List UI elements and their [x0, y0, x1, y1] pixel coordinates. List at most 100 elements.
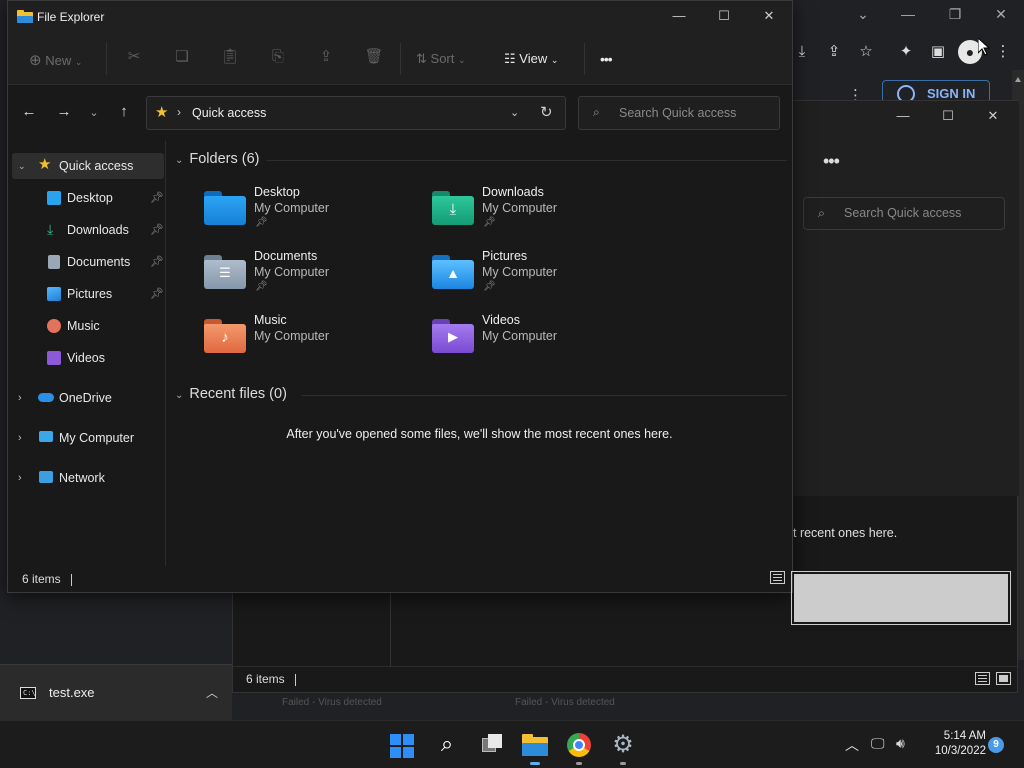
- sidebar-item-label: Videos: [67, 351, 105, 365]
- title-bar[interactable]: File Explorer — ☐ ✕: [8, 1, 792, 33]
- documents-folder-icon: ☰: [204, 255, 246, 289]
- quick-access-star-icon: ★: [155, 104, 169, 121]
- pin-icon[interactable]: 📌︎: [150, 281, 164, 307]
- install-app-icon[interactable]: ⤓: [792, 42, 812, 62]
- pin-icon[interactable]: 📌︎: [150, 185, 164, 211]
- system-clock[interactable]: 5:14 AM 10/3/2022: [926, 729, 986, 759]
- expand-chevron-icon[interactable]: ›: [18, 425, 22, 451]
- minimize-button[interactable]: —: [669, 8, 689, 23]
- music-folder-icon: ♪: [204, 319, 246, 353]
- folder-location: My Computer: [482, 329, 558, 343]
- expand-chevron-icon[interactable]: ›: [18, 465, 22, 491]
- copy-icon[interactable]: ❏: [172, 47, 192, 67]
- notification-badge[interactable]: 9: [988, 737, 1004, 753]
- recent-files-section-header[interactable]: ⌄ Recent files (0): [175, 386, 287, 402]
- bookmark-star-icon[interactable]: ☆: [856, 42, 876, 62]
- chrome-minimize-button[interactable]: —: [898, 6, 918, 22]
- close-button[interactable]: ✕: [759, 8, 779, 24]
- breadcrumb-location[interactable]: Quick access: [192, 106, 266, 120]
- close-button[interactable]: ✕: [983, 108, 1003, 124]
- section-divider: [302, 395, 787, 396]
- sidebar-item-videos[interactable]: Videos: [12, 345, 164, 371]
- maximize-button[interactable]: ☐: [938, 108, 958, 124]
- extensions-puzzle-icon[interactable]: ✦: [896, 42, 916, 62]
- chrome-menu-icon[interactable]: ⋮: [993, 42, 1013, 62]
- more-options-button[interactable]: •••: [600, 51, 613, 67]
- pin-icon[interactable]: 📌︎: [150, 249, 164, 275]
- details-view-icon[interactable]: [770, 571, 785, 584]
- forward-arrow-icon[interactable]: →: [54, 103, 74, 120]
- sidebar-item-documents[interactable]: Documents 📌︎: [12, 249, 164, 275]
- tiles-view-icon[interactable]: [996, 672, 1011, 685]
- chevron-up-icon[interactable]: ︿: [206, 684, 218, 701]
- paste-icon[interactable]: 📋︎: [220, 47, 240, 67]
- chrome-taskbar-icon[interactable]: [566, 732, 592, 765]
- folder-tile-downloads[interactable]: ⤓ Downloads My Computer 📌︎: [432, 185, 652, 239]
- sidebar-item-downloads[interactable]: ⤓ Downloads 📌︎: [12, 217, 164, 243]
- folder-tile-videos[interactable]: ▶ Videos My Computer: [432, 313, 652, 367]
- show-hidden-icons-chevron-icon[interactable]: ︿: [845, 735, 859, 755]
- folder-tile-music[interactable]: ♪ Music My Computer: [204, 313, 424, 367]
- view-button[interactable]: ☷ View ⌄: [504, 51, 558, 67]
- back-arrow-icon[interactable]: ←: [19, 103, 39, 120]
- cut-icon[interactable]: ✂: [124, 47, 144, 67]
- collapse-chevron-icon[interactable]: ⌄: [18, 153, 26, 179]
- search-input[interactable]: ⌕ Search Quick access: [803, 197, 1005, 230]
- video-icon: [47, 351, 61, 365]
- download-bar: C:\ test.exe ︿: [0, 664, 232, 720]
- rename-icon[interactable]: ⎘: [268, 47, 288, 67]
- folder-tile-documents[interactable]: ☰ Documents My Computer 📌︎: [204, 249, 424, 303]
- sidebar-item-desktop[interactable]: Desktop 📌︎: [12, 185, 164, 211]
- up-arrow-icon[interactable]: ↑: [114, 103, 134, 120]
- minimize-button[interactable]: —: [893, 108, 913, 123]
- folder-tile-desktop[interactable]: Desktop My Computer 📌︎: [204, 185, 424, 239]
- maximize-button[interactable]: ☐: [714, 8, 734, 24]
- sidebar-item-onedrive[interactable]: › OneDrive: [12, 385, 164, 411]
- breadcrumb-separator: ›: [177, 105, 181, 119]
- file-explorer-taskbar-icon[interactable]: [522, 732, 548, 765]
- refresh-icon[interactable]: ↻: [540, 103, 553, 121]
- download-item-name[interactable]: test.exe: [49, 685, 95, 700]
- tab-search-chevron-icon[interactable]: ⌄: [853, 6, 873, 23]
- search-input[interactable]: ⌕ Search Quick access: [578, 96, 780, 130]
- expand-chevron-icon[interactable]: ›: [18, 385, 22, 411]
- side-panel-icon[interactable]: ▣: [928, 42, 948, 62]
- tiles-view-icon[interactable]: [791, 571, 1011, 625]
- volume-icon[interactable]: 🔊︎: [896, 735, 905, 752]
- recent-locations-chevron-icon[interactable]: ⌄: [84, 106, 104, 119]
- task-view-icon[interactable]: [479, 732, 505, 758]
- sidebar-item-label: Desktop: [67, 191, 113, 205]
- delete-icon[interactable]: 🗑︎: [364, 47, 384, 67]
- chrome-close-button[interactable]: ✕: [991, 6, 1011, 23]
- address-bar[interactable]: ★ › Quick access ⌄ ↻: [146, 96, 566, 130]
- folder-name: Downloads: [482, 185, 544, 199]
- file-explorer-window: File Explorer — ☐ ✕ ⊕ New ⌄ ✂ ❏ 📋︎ ⎘ ⇪ 🗑…: [7, 0, 1011, 625]
- settings-gear-icon[interactable]: ⚙: [610, 732, 636, 765]
- sidebar-item-network[interactable]: › Network: [12, 465, 164, 491]
- star-icon: ★: [38, 156, 52, 173]
- folder-name: Documents: [254, 249, 318, 263]
- network-status-icon[interactable]: 🖵︎: [871, 735, 885, 752]
- sidebar-item-label: Quick access: [59, 159, 134, 173]
- sidebar-item-quick-access[interactable]: ⌄ ★ Quick access: [12, 153, 164, 179]
- view-toggle: [764, 571, 1011, 625]
- pin-icon[interactable]: 📌︎: [150, 217, 164, 243]
- new-button[interactable]: ⊕ New ⌄: [29, 51, 82, 69]
- recent-empty-message: t recent ones here.: [793, 526, 898, 540]
- folder-location: My Computer: [254, 201, 330, 215]
- share-icon[interactable]: ⇪: [316, 47, 336, 67]
- sort-icon: ⇅: [416, 51, 427, 66]
- details-view-icon[interactable]: [975, 672, 990, 685]
- sidebar-item-pictures[interactable]: Pictures 📌︎: [12, 281, 164, 307]
- folder-tile-pictures[interactable]: ▲ Pictures My Computer 📌︎: [432, 249, 652, 303]
- more-options-button[interactable]: •••: [823, 151, 840, 172]
- sort-button[interactable]: ⇅ Sort ⌄: [416, 51, 466, 67]
- folders-section-header[interactable]: ⌄ Folders (6): [175, 151, 260, 167]
- start-windows-icon[interactable]: [390, 734, 414, 758]
- address-dropdown-icon[interactable]: ⌄: [510, 106, 519, 119]
- sidebar-item-my-computer[interactable]: › My Computer: [12, 425, 164, 451]
- chrome-restore-button[interactable]: ❐: [945, 6, 965, 23]
- search-icon[interactable]: ⌕: [434, 732, 460, 758]
- sidebar-item-music[interactable]: Music: [12, 313, 164, 339]
- share-icon[interactable]: ⇪: [824, 42, 844, 62]
